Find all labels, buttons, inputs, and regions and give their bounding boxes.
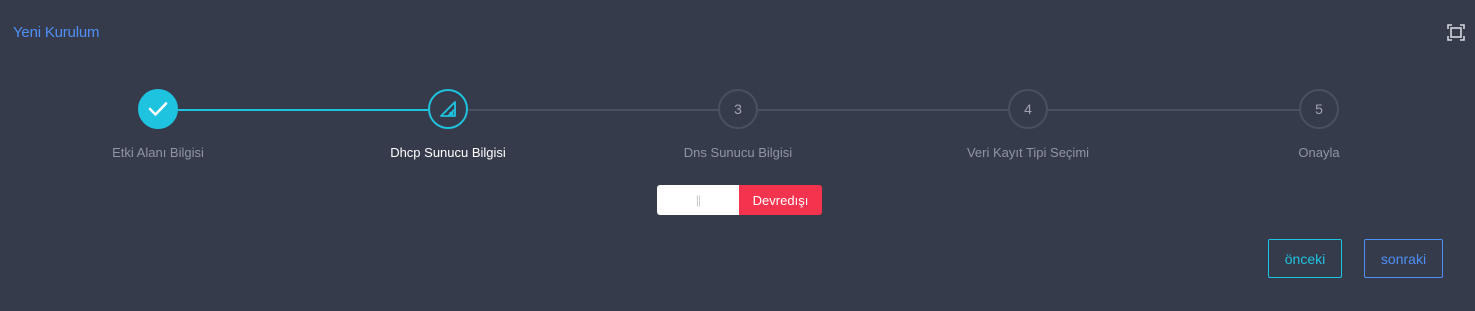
step-connector-1 [178, 109, 428, 111]
step-3-circle[interactable]: 3 [718, 89, 758, 129]
step-4-circle[interactable]: 4 [1008, 89, 1048, 129]
step-5-circle[interactable]: 5 [1299, 89, 1339, 129]
edit-icon [440, 101, 456, 117]
step-connector-4 [1048, 109, 1299, 111]
step-4-number: 4 [1024, 101, 1032, 117]
step-3-label: Dns Sunucu Bilgisi [683, 145, 793, 160]
toggle-handle[interactable]: || [657, 185, 739, 215]
toggle-off-label: Devredışı [739, 185, 822, 215]
step-4-label: Veri Kayıt Tipi Seçimi [966, 145, 1090, 160]
page-title: Yeni Kurulum [13, 24, 100, 41]
check-icon [148, 102, 168, 116]
step-connector-2 [468, 109, 718, 111]
previous-button[interactable]: önceki [1268, 239, 1342, 278]
step-connector-3 [758, 109, 1008, 111]
dhcp-toggle-switch[interactable]: || Devredışı [657, 185, 822, 215]
step-5-number: 5 [1315, 101, 1323, 117]
next-button[interactable]: sonraki [1364, 239, 1443, 278]
step-2-circle[interactable] [428, 89, 468, 129]
step-3-number: 3 [734, 101, 742, 117]
step-1-circle[interactable] [138, 89, 178, 129]
step-1-label: Etki Alanı Bilgisi [112, 145, 204, 160]
step-5-label: Onayla [1298, 145, 1340, 160]
fullscreen-icon[interactable] [1447, 24, 1465, 41]
step-2-label: Dhcp Sunucu Bilgisi [390, 145, 506, 160]
